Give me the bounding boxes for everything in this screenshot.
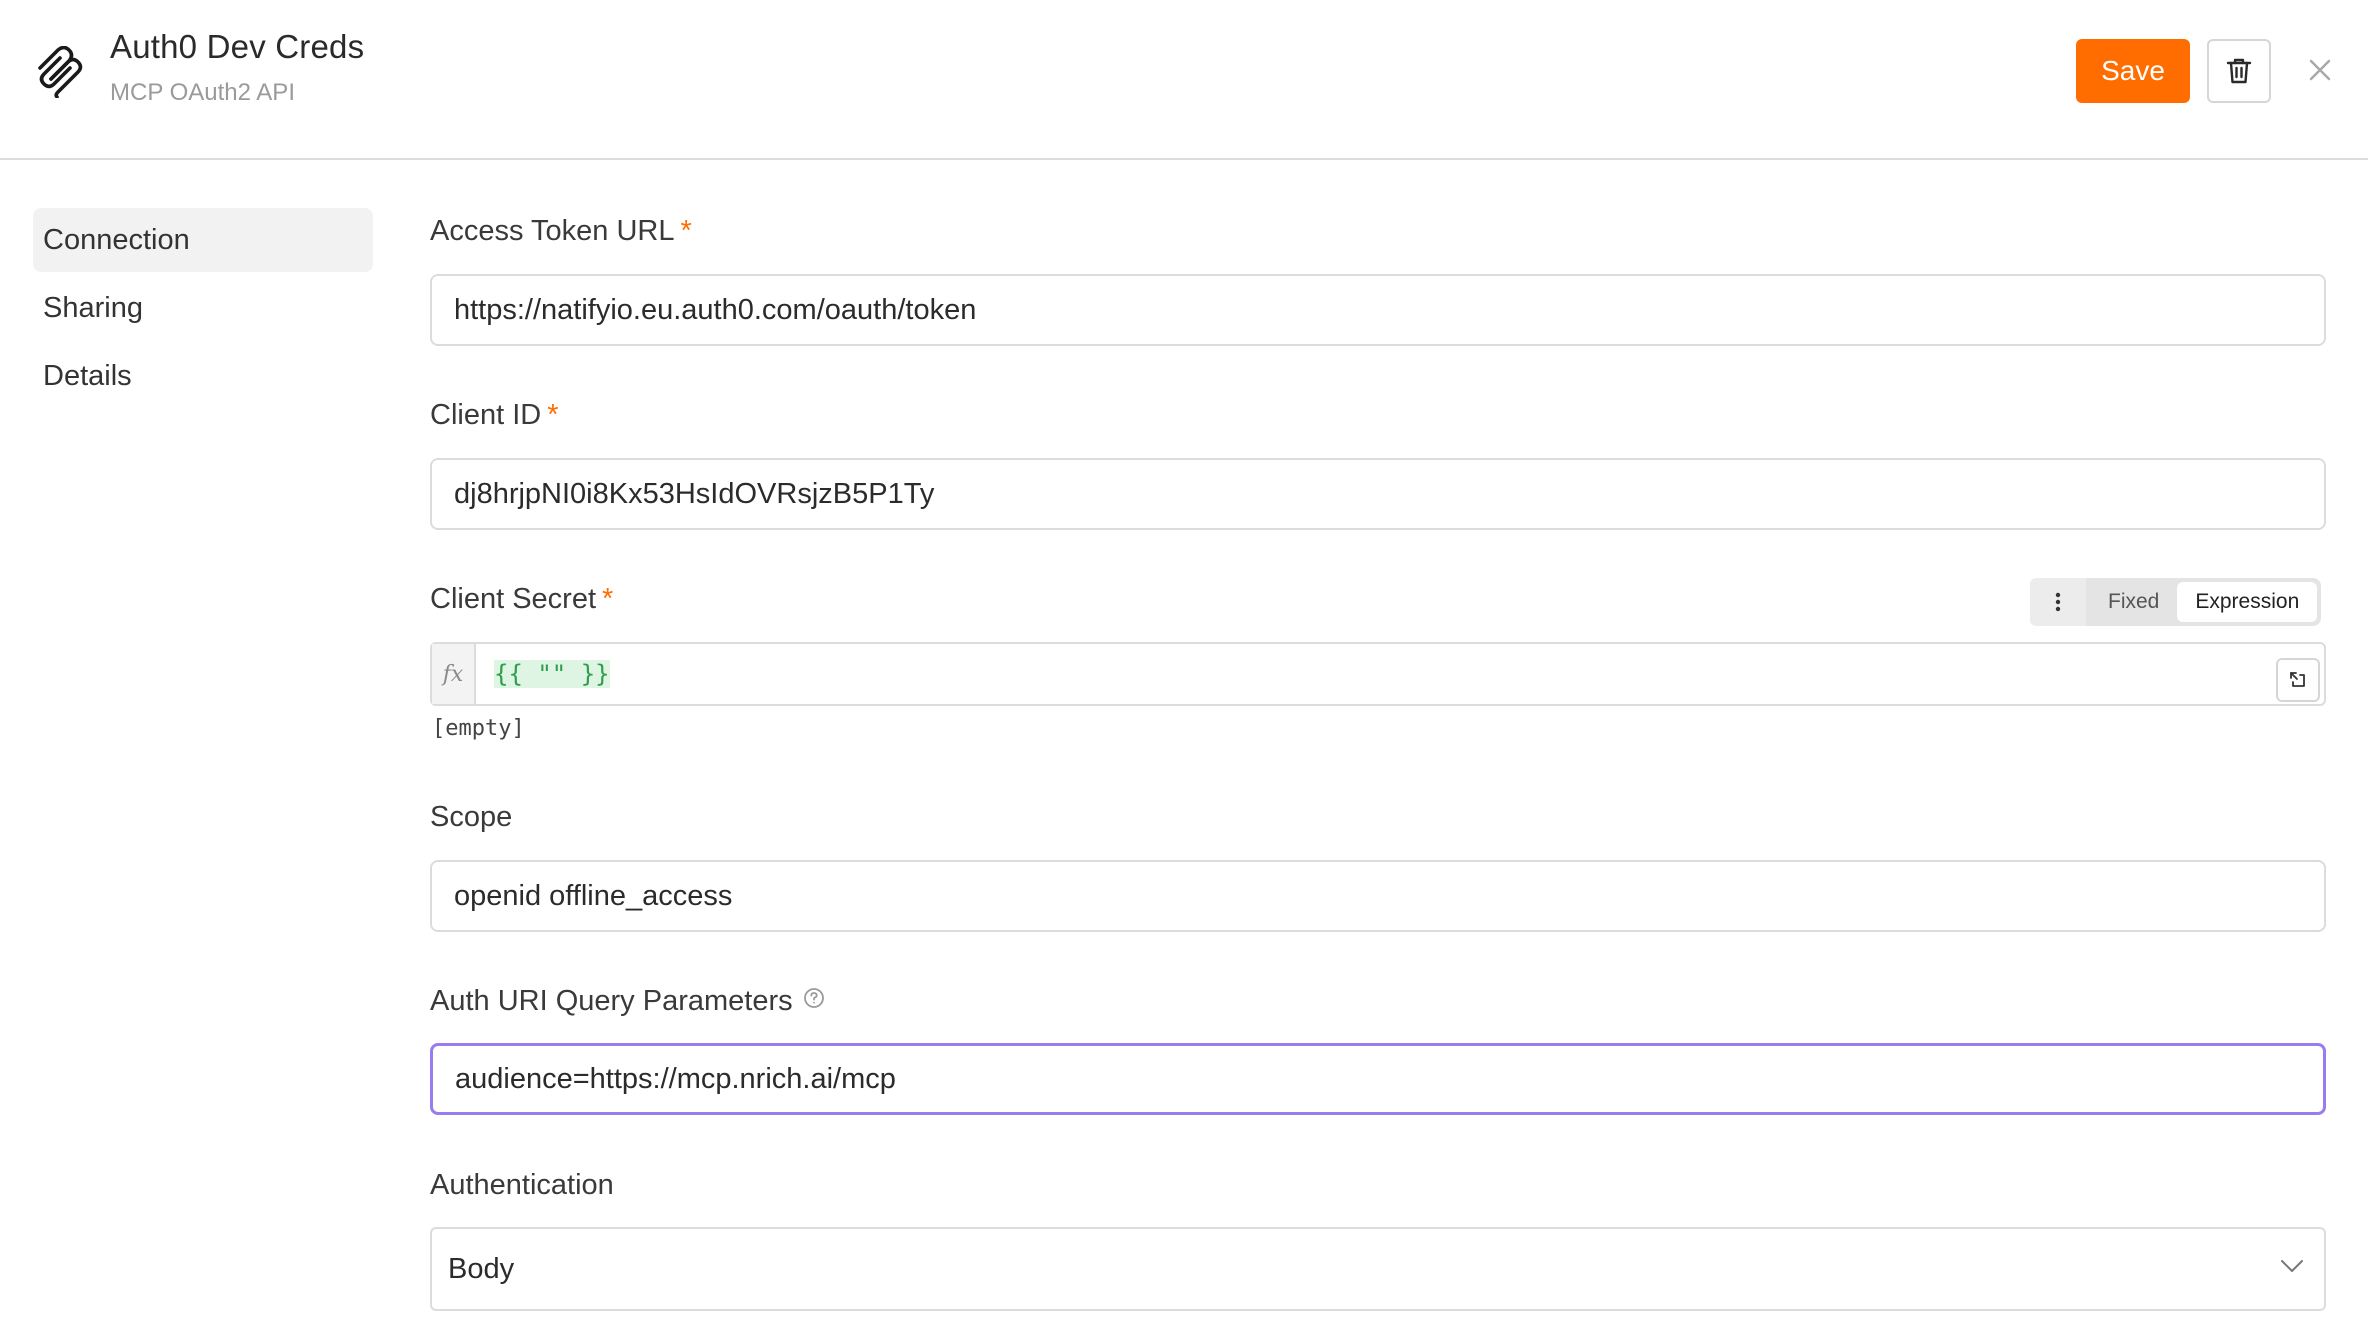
fx-icon: fx xyxy=(432,644,476,704)
required-marker: * xyxy=(547,399,559,431)
expression-close-brace: }} xyxy=(580,660,610,688)
more-vertical-icon xyxy=(2055,592,2061,612)
expression-open-brace: {{ xyxy=(494,660,523,688)
credential-title: Auth0 Dev Creds xyxy=(110,28,365,65)
parameter-mode-toggle: Fixed Expression xyxy=(2030,578,2322,626)
mode-fixed-option[interactable]: Fixed xyxy=(2090,582,2177,622)
access-token-url-label: Access Token URL * xyxy=(430,215,692,247)
client-secret-expression-editor[interactable]: fx {{ "" }} xyxy=(430,642,2326,706)
credential-type-subtitle: MCP OAuth2 API xyxy=(110,79,295,106)
mode-segmented-control: Fixed Expression xyxy=(2086,578,2322,626)
authentication-selected-value: Body xyxy=(448,1253,515,1285)
scope-label: Scope xyxy=(430,801,513,833)
help-circle-icon[interactable] xyxy=(803,984,825,1017)
chevron-down-icon xyxy=(2281,1260,2303,1272)
parameter-options-button[interactable] xyxy=(2030,578,2086,626)
expand-icon xyxy=(2290,672,2305,687)
required-marker: * xyxy=(602,583,614,615)
delete-button[interactable] xyxy=(2207,39,2271,103)
authentication-select[interactable]: Body xyxy=(430,1227,2326,1311)
open-expression-editor-button[interactable] xyxy=(2276,658,2320,702)
client-id-input[interactable] xyxy=(430,458,2326,530)
client-secret-label: Client Secret * xyxy=(430,583,614,615)
sidebar-item-sharing[interactable]: Sharing xyxy=(33,276,373,340)
required-marker: * xyxy=(680,215,692,247)
expression-result-preview: [empty] xyxy=(432,716,525,741)
client-id-label: Client ID * xyxy=(430,399,559,431)
close-icon xyxy=(2309,59,2331,81)
mcp-logo-icon xyxy=(36,45,84,99)
credential-sidebar: Connection Sharing Details xyxy=(33,208,373,412)
expression-literal: "" xyxy=(537,660,567,688)
expression-code[interactable]: {{ "" }} xyxy=(490,658,614,690)
auth-uri-query-parameters-label: Auth URI Query Parameters xyxy=(430,985,825,1018)
scope-input[interactable] xyxy=(430,860,2326,932)
access-token-url-input[interactable] xyxy=(430,274,2326,346)
mode-expression-option[interactable]: Expression xyxy=(2177,582,2318,622)
trash-icon xyxy=(2226,58,2252,84)
auth-uri-query-parameters-input[interactable] xyxy=(430,1043,2326,1115)
credential-header: Auth0 Dev Creds MCP OAuth2 API Save xyxy=(0,0,2368,160)
sidebar-item-connection[interactable]: Connection xyxy=(33,208,373,272)
sidebar-item-details[interactable]: Details xyxy=(33,344,373,408)
save-button[interactable]: Save xyxy=(2076,39,2190,103)
close-button[interactable] xyxy=(2302,52,2338,88)
authentication-label: Authentication xyxy=(430,1169,614,1201)
